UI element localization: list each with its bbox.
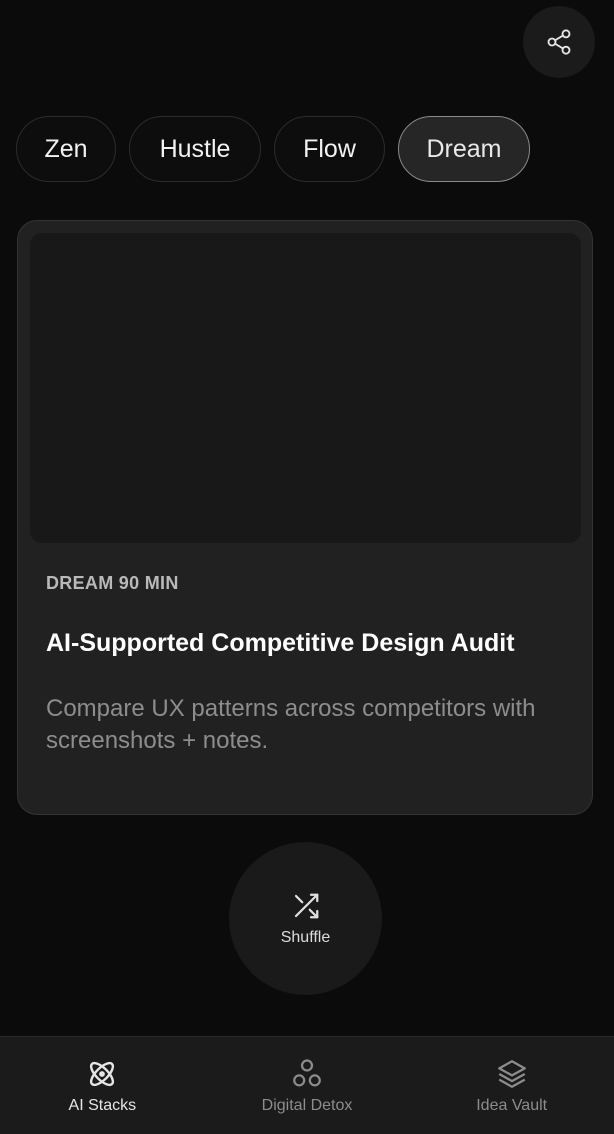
atom-icon <box>90 1061 115 1086</box>
mode-pill-hustle[interactable]: Hustle <box>129 116 261 182</box>
mode-selector: Zen Hustle Flow Dream <box>16 116 543 182</box>
tab-label-digital-detox: Digital Detox <box>261 1096 353 1114</box>
card-description: Compare UX patterns across competitors w… <box>46 695 536 754</box>
tab-label-idea-vault: Idea Vault <box>476 1096 548 1114</box>
circles-icon <box>293 1058 321 1086</box>
layers-icon <box>497 1059 526 1088</box>
share-icon <box>547 29 571 55</box>
shuffle-icon <box>294 893 318 918</box>
mode-pill-dream[interactable]: Dream <box>398 116 530 182</box>
tab-ai-stacks[interactable]: AI Stacks <box>0 1037 205 1134</box>
tab-idea-vault[interactable]: Idea Vault <box>409 1037 614 1134</box>
bottom-tab-bar: AI Stacks Digital Detox Idea Vault <box>0 1036 614 1134</box>
app-screen: Zen Hustle Flow Dream DREAM 90 MIN AI-Su… <box>0 0 614 1134</box>
activity-card[interactable]: DREAM 90 MIN AI-Supported Competitive De… <box>17 220 593 815</box>
tab-digital-detox[interactable]: Digital Detox <box>205 1037 410 1134</box>
mode-pill-flow[interactable]: Flow <box>274 116 385 182</box>
mode-pill-zen[interactable]: Zen <box>16 116 116 182</box>
card-image-placeholder <box>30 233 581 543</box>
tab-label-ai-stacks: AI Stacks <box>68 1096 137 1114</box>
card-meta: DREAM 90 MIN <box>46 573 179 593</box>
share-button[interactable] <box>523 6 595 78</box>
shuffle-button[interactable]: Shuffle <box>229 842 382 995</box>
shuffle-label: Shuffle <box>280 928 331 946</box>
card-title: AI-Supported Competitive Design Audit <box>46 629 515 657</box>
